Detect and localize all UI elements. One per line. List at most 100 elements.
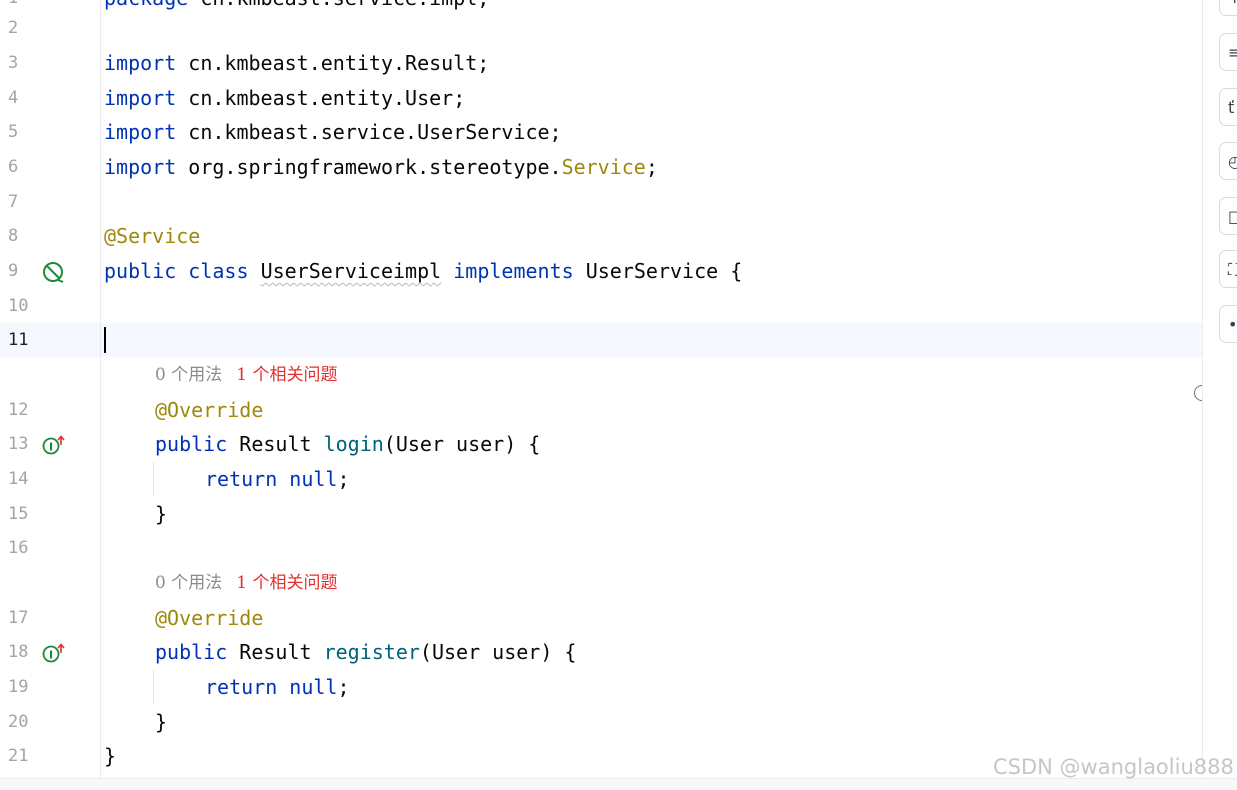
public-keyword: public [155, 640, 228, 664]
code-text: public class UserServiceimpl implements … [104, 254, 742, 288]
code-text: import cn.kmbeast.entity.User; [104, 81, 465, 115]
import-path: cn.kmbeast.entity.Result; [176, 51, 490, 75]
return-keyword: return [205, 675, 278, 699]
line-number: 9 [8, 261, 19, 281]
code-line: 3 import cn.kmbeast.entity.Result; [0, 46, 1202, 80]
inlay-hint: 0 个用法 1 个相关问题 [155, 566, 337, 600]
code-line: 6 import org.springframework.stereotype.… [0, 150, 1202, 184]
code-text: public Result login(User user) { [155, 427, 540, 461]
plus-icon[interactable]: + [1219, 0, 1237, 16]
problems-hint[interactable]: 1 个相关问题 [236, 365, 337, 385]
line-number: 13 [8, 434, 29, 454]
problems-hint[interactable]: 1 个相关问题 [236, 573, 337, 593]
code-text: import cn.kmbeast.service.UserService; [104, 115, 562, 149]
code-line: 2 [0, 11, 1202, 45]
code-line: 19 return null; [0, 670, 1202, 704]
closing-brace: } [155, 710, 168, 734]
structure-icon[interactable]: ≡ [1219, 33, 1237, 71]
history-icon[interactable]: ◴ [1219, 142, 1237, 180]
watermark: CSDN @wanglaoliu888 [993, 755, 1234, 779]
import-path: org.springframework.stereotype. [176, 155, 562, 179]
right-tool-strip: + ≡ ť ◴ □ ⛶ • [1202, 0, 1237, 789]
more-icon[interactable]: • [1219, 305, 1237, 343]
code-line-current[interactable]: 11 [0, 323, 1202, 357]
implements-method-icon[interactable]: I [42, 642, 66, 664]
code-line: 13 I public Result login(User user) { [0, 427, 1202, 461]
inlay-hint: 0 个用法 1 个相关问题 [155, 358, 337, 392]
import-keyword: import [104, 120, 177, 144]
line-number: 17 [8, 608, 29, 628]
return-type: Result [227, 640, 324, 664]
inlay-hint-row: 0 个用法 1 个相关问题 [0, 566, 1202, 600]
import-path: cn.kmbeast.service.UserService; [176, 120, 562, 144]
service-class-ref: Service [561, 155, 646, 179]
code-text: return null; [205, 670, 350, 704]
null-keyword: null [289, 467, 338, 491]
bottom-scrollbar[interactable] [0, 778, 1237, 790]
line-number: 20 [8, 712, 29, 732]
override-annotation: @Override [155, 606, 264, 630]
code-line: 12 @Override [0, 393, 1202, 427]
tool-icon[interactable]: ť [1219, 88, 1237, 126]
line-number: 8 [8, 226, 19, 246]
return-keyword: return [205, 467, 278, 491]
public-keyword: public [104, 259, 177, 283]
line-number: 5 [8, 122, 19, 142]
line-number: 2 [8, 18, 19, 38]
semicolon: ; [645, 155, 658, 179]
service-annotation: @Service [104, 224, 201, 248]
code-text: return null; [205, 462, 350, 496]
interface-name: UserService { [585, 259, 743, 283]
code-line: 20 } [0, 705, 1202, 739]
import-keyword: import [104, 155, 177, 179]
code-line: 7 [0, 185, 1202, 219]
no-beans-icon[interactable] [42, 261, 66, 283]
implements-method-icon[interactable]: I [42, 434, 66, 456]
line-number: 11 [8, 330, 29, 350]
semicolon: ; [337, 467, 350, 491]
code-text: public Result register(User user) { [155, 635, 576, 669]
class-keyword: class [188, 259, 249, 283]
line-number: 18 [8, 642, 29, 662]
semicolon: ; [337, 675, 350, 699]
scan-icon[interactable]: ⛶ [1219, 250, 1237, 288]
code-editor[interactable]: 1 package cn.kmbeast.service.impl; 2 3 i… [0, 0, 1202, 778]
null-keyword: null [289, 675, 338, 699]
code-line: 16 [0, 531, 1202, 565]
import-keyword: import [104, 51, 177, 75]
line-number: 10 [8, 296, 29, 316]
line-number: 14 [8, 469, 29, 489]
code-line: 5 import cn.kmbeast.service.UserService; [0, 115, 1202, 149]
code-line: 9 public class UserServiceimpl implement… [0, 254, 1202, 288]
usages-hint[interactable]: 0 个用法 [155, 365, 222, 385]
svg-text:I: I [49, 441, 53, 454]
implements-keyword: implements [453, 259, 574, 283]
method-name[interactable]: register [324, 640, 420, 664]
svg-text:I: I [49, 649, 53, 662]
code-line: 17 @Override [0, 601, 1202, 635]
usages-hint[interactable]: 0 个用法 [155, 573, 222, 593]
closing-brace: } [155, 502, 168, 526]
line-number: 21 [8, 746, 29, 766]
box-icon[interactable]: □ [1219, 197, 1237, 235]
method-name[interactable]: login [324, 432, 384, 456]
class-name[interactable]: UserServiceimpl [261, 259, 442, 283]
code-line: 14 return null; [0, 462, 1202, 496]
code-text: import cn.kmbeast.entity.Result; [104, 46, 489, 80]
line-number: 3 [8, 53, 19, 73]
line-number: 7 [8, 192, 19, 212]
line-number: 19 [8, 677, 29, 697]
import-keyword: import [104, 86, 177, 110]
line-number: 16 [8, 538, 29, 558]
override-annotation: @Override [155, 398, 264, 422]
import-path: cn.kmbeast.entity.User; [176, 86, 466, 110]
code-line: 4 import cn.kmbeast.entity.User; [0, 81, 1202, 115]
line-number: 15 [8, 504, 29, 524]
line-number: 4 [8, 88, 19, 108]
code-text: import org.springframework.stereotype.Se… [104, 150, 658, 184]
line-number: 6 [8, 157, 19, 177]
code-line: 15 } [0, 497, 1202, 531]
inlay-hint-row: 0 个用法 1 个相关问题 [0, 358, 1202, 392]
code-line: 10 [0, 289, 1202, 323]
return-type: Result [227, 432, 324, 456]
